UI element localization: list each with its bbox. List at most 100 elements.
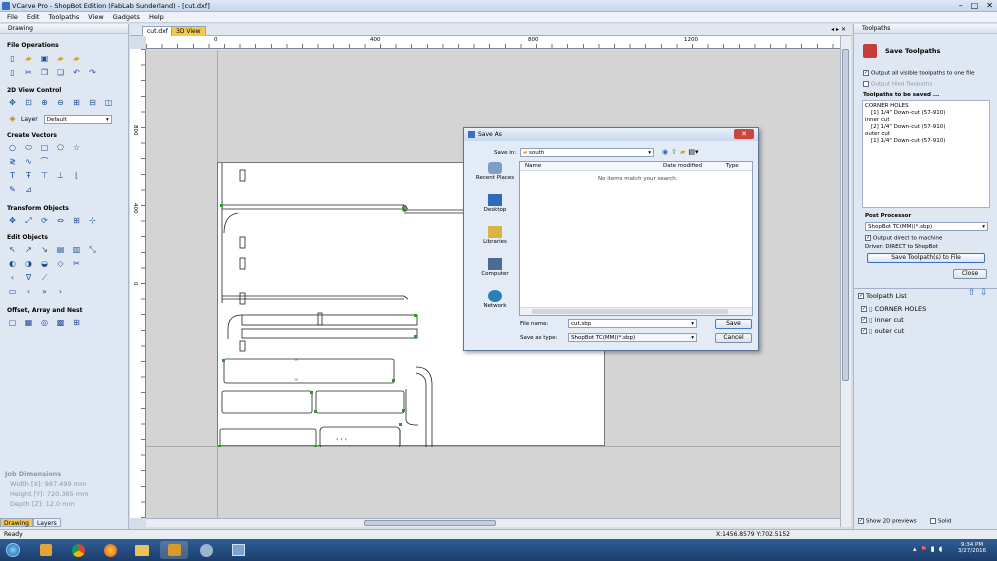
tray-network-icon[interactable]: ▮	[931, 545, 935, 553]
vertical-scrollbar[interactable]	[840, 36, 851, 527]
fillet-corner-icon[interactable]: ⟋	[39, 273, 50, 283]
place-libraries[interactable]: Libraries	[471, 226, 519, 245]
offset-icon[interactable]: ▢	[7, 318, 18, 328]
zoom-in-icon[interactable]: ⊕	[39, 98, 50, 108]
double-arrow-icon[interactable]: »	[39, 287, 50, 297]
polyline-icon[interactable]: ≷	[7, 157, 18, 167]
curve-icon[interactable]: ∿	[23, 157, 34, 167]
polygon-icon[interactable]: ⬠	[55, 143, 66, 153]
arrow-right-icon[interactable]: ›	[55, 287, 66, 297]
node-edit-icon[interactable]: ↗	[23, 245, 34, 255]
taskbar-window-icon[interactable]	[224, 541, 252, 559]
maximize-icon[interactable]: □	[971, 1, 979, 10]
vertical-scroll-thumb[interactable]	[842, 49, 849, 381]
nest-icon[interactable]: ▩	[55, 318, 66, 328]
close-icon[interactable]: ✕	[986, 1, 993, 10]
taskbar-media-player-icon[interactable]	[32, 541, 60, 559]
toolpath-list-checkbox[interactable]: ✓	[858, 293, 864, 299]
menu-view[interactable]: View	[88, 13, 103, 21]
block-copy-icon[interactable]: ⊞	[71, 318, 82, 328]
cut-icon[interactable]: ✂	[23, 68, 34, 78]
zoom-all-icon[interactable]: ⊞	[71, 98, 82, 108]
show-2d-checkbox[interactable]: ✓	[858, 518, 864, 524]
column-date-modified[interactable]: Date modified	[663, 163, 702, 169]
fillet-icon[interactable]: ⌊	[71, 171, 82, 181]
column-type[interactable]: Type	[726, 163, 739, 169]
toolpath-item-corner-holes[interactable]: ✓ ▯ CORNER HOLES	[861, 305, 926, 313]
new-folder-icon[interactable]: ▰	[680, 148, 685, 156]
dialog-cancel-button[interactable]: Cancel	[715, 333, 752, 343]
text-on-curve-icon[interactable]: Ŧ	[23, 171, 34, 181]
join-icon[interactable]: ⤡	[87, 245, 98, 255]
place-computer[interactable]: Computer	[471, 258, 519, 277]
solid-option[interactable]: Solid	[930, 518, 951, 525]
toolpath-item-inner-cut[interactable]: ✓ ▯ inner cut	[861, 316, 904, 324]
smooth-icon[interactable]: ‹	[23, 287, 34, 297]
dialog-close-button[interactable]: ✕	[734, 129, 754, 139]
save-type-select[interactable]: ShopBot TC(MM)(*.sbp) ▾	[568, 333, 697, 342]
measure-icon[interactable]: ⊿	[23, 185, 34, 195]
horizontal-scrollbar[interactable]	[146, 518, 840, 527]
taskbar-app-icon[interactable]	[192, 541, 220, 559]
redo-icon[interactable]: ↷	[87, 68, 98, 78]
folder-icon[interactable]: ▰	[71, 54, 82, 64]
set-size-icon[interactable]: ⊹	[87, 216, 98, 226]
save-file-icon[interactable]: ▣	[39, 54, 50, 64]
scale-icon[interactable]: ⤢	[23, 216, 34, 226]
paste-icon[interactable]: ❏	[55, 68, 66, 78]
group-icon[interactable]: ▤	[55, 245, 66, 255]
circle-icon[interactable]: ○	[7, 143, 18, 153]
text-icon[interactable]: T	[7, 171, 18, 181]
layer-select[interactable]: Default ▾	[43, 114, 112, 124]
menu-toolpaths[interactable]: Toolpaths	[48, 13, 79, 21]
zoom-out-icon[interactable]: ⊖	[55, 98, 66, 108]
select-icon[interactable]: ↖	[7, 245, 18, 255]
place-desktop[interactable]: Desktop	[471, 194, 519, 213]
dimension-icon[interactable]: ⊥	[55, 171, 66, 181]
pan-icon[interactable]: ✥	[7, 98, 18, 108]
menu-help[interactable]: Help	[149, 13, 164, 21]
output-visible-option[interactable]: Output Hied Toolpaths	[863, 81, 932, 88]
align-icon[interactable]: ⊞	[71, 216, 82, 226]
ungroup-icon[interactable]: ▥	[71, 245, 82, 255]
doc-tab-nav[interactable]: ◂ ▸ ✕	[831, 26, 846, 33]
toolpath-checkbox[interactable]: ✓	[861, 317, 867, 323]
up-folder-icon[interactable]: ⇧	[671, 148, 677, 156]
undo-icon[interactable]: ↶	[71, 68, 82, 78]
move-down-icon[interactable]: ⇩	[980, 288, 988, 298]
output-direct-option[interactable]: ✓ Output direct to machine	[865, 235, 942, 242]
menu-edit[interactable]: Edit	[27, 13, 40, 21]
horizontal-scroll-thumb[interactable]	[364, 520, 496, 526]
toolpath-checkbox[interactable]: ✓	[861, 328, 867, 334]
move-up-icon[interactable]: ⇧	[968, 288, 976, 298]
move-icon[interactable]: ✥	[7, 216, 18, 226]
column-name[interactable]: Name	[525, 163, 541, 169]
dialog-save-button[interactable]: Save	[715, 319, 752, 329]
tray-volume-icon[interactable]: ◖	[939, 545, 943, 553]
import-icon[interactable]: ▰	[55, 54, 66, 64]
rectangle-icon[interactable]: □	[39, 143, 50, 153]
dialog-title-bar[interactable]: Save As ✕	[464, 128, 758, 141]
menu-gadgets[interactable]: Gadgets	[113, 13, 140, 21]
auto-layout-text-icon[interactable]: ⊤	[39, 171, 50, 181]
ellipse-icon[interactable]: ⬭	[23, 143, 34, 153]
start-button[interactable]	[2, 541, 24, 559]
tray-flag-icon[interactable]: ⚑	[921, 545, 927, 553]
show-2d-option[interactable]: ✓ Show 2D previews	[858, 518, 917, 525]
file-list-scroll-thumb[interactable]	[532, 309, 728, 314]
tab-layers[interactable]: Layers	[32, 518, 61, 527]
array-icon[interactable]: ▦	[23, 318, 34, 328]
taskbar-vcarve-icon[interactable]	[160, 541, 188, 559]
zoom-selected-icon[interactable]: ⊟	[87, 98, 98, 108]
star-icon[interactable]: ☆	[71, 143, 82, 153]
tab-3d-view[interactable]: 3D View	[171, 26, 206, 36]
intersect-icon[interactable]: ◒	[39, 259, 50, 269]
post-processor-select[interactable]: ShopBot TC(MM)(*.sbp) ▾	[865, 222, 988, 231]
output-all-option[interactable]: ✓ Output all visible toolpaths to one fil…	[863, 70, 975, 77]
toolpath-item-outer-cut[interactable]: ✓ ▯ outer cut	[861, 327, 904, 335]
output-visible-checkbox[interactable]	[863, 81, 869, 87]
page-icon[interactable]: ▯	[7, 68, 18, 78]
place-recent-places[interactable]: Recent Places	[471, 162, 519, 181]
view-toggle-icon[interactable]: ◫	[103, 98, 114, 108]
save-toolpaths-to-file-button[interactable]: Save Toolpath(s) to File	[867, 253, 985, 263]
